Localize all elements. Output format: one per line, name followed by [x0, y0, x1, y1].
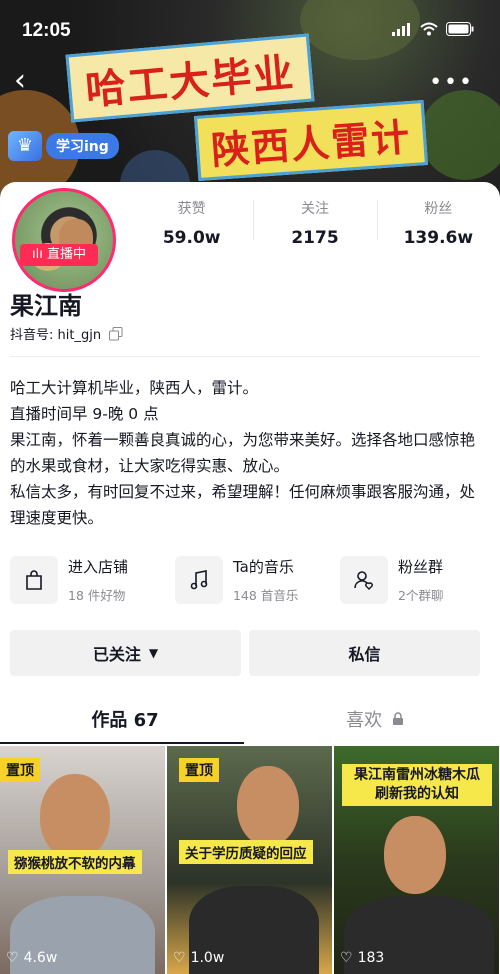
video-caption: 猕猴桃放不软的内幕 — [8, 850, 142, 874]
bio-line: 哈工大计算机毕业，陕西人，雷计。 — [10, 379, 259, 397]
tab-likes-label: 喜欢 — [346, 710, 383, 731]
video-thumbnail[interactable]: 置顶 关于学历质疑的回应 ♡ 1.0w — [167, 746, 332, 974]
video-likes: ♡ 183 — [340, 950, 384, 966]
person-head — [40, 774, 110, 860]
tab-underline — [0, 742, 244, 744]
message-button[interactable]: 私信 — [249, 630, 480, 676]
pinned-badge: 置顶 — [179, 758, 219, 782]
heart-icon: ♡ — [340, 950, 353, 966]
live-label: 直播中 — [46, 247, 86, 262]
video-thumbnail[interactable]: 置顶 猕猴桃放不软的内幕 ♡ 4.6w — [0, 746, 165, 974]
douyin-id-row: 抖音号: hit_gjn — [10, 324, 123, 343]
video-caption: 关于学历质疑的回应 — [179, 840, 313, 864]
following-label: 已关注 — [92, 645, 141, 664]
stat-likes[interactable]: 获赞 59.0w — [130, 198, 253, 248]
feature-title: 进入店铺 — [68, 558, 129, 576]
divider — [10, 356, 480, 357]
video-likes-count: 4.6w — [23, 950, 58, 966]
copy-icon[interactable] — [109, 326, 123, 341]
heart-icon: ♡ — [173, 950, 186, 966]
fans-group-icon — [340, 556, 388, 604]
action-buttons: 已关注 ▼ 私信 — [10, 630, 480, 676]
feature-title: 粉丝群 — [398, 558, 444, 576]
crown-icon: ♛ — [8, 131, 42, 161]
more-options-icon[interactable]: ••• — [429, 70, 474, 95]
banner-title-line1: 哈工大毕业 — [65, 33, 315, 123]
stat-value: 139.6w — [403, 228, 474, 248]
caption-line: 果江南雷州冰糖木瓜 — [354, 767, 480, 783]
tab-works[interactable]: 作品 67 — [0, 700, 250, 745]
feature-music[interactable]: Ta的音乐 148 首音乐 — [175, 556, 325, 604]
tab-likes[interactable]: 喜欢 — [250, 700, 500, 745]
feature-title: Ta的音乐 — [233, 558, 294, 576]
video-likes: ♡ 1.0w — [173, 950, 224, 966]
status-badge[interactable]: ♛ 学习ing — [8, 131, 119, 161]
feature-subtitle: 18 件好物 — [68, 588, 126, 603]
bio-line: 果江南，怀着一颗善良真诚的心，为您带来美好。选择各地口感惊艳的水果或食材，让大家… — [10, 431, 476, 475]
feature-row: 进入店铺 18 件好物 Ta的音乐 148 首音乐 粉丝群 2个群聊 — [10, 556, 490, 604]
person-head — [237, 766, 299, 846]
wifi-icon — [420, 22, 438, 36]
profile-name: 果江南 — [10, 292, 82, 320]
content-tabs: 作品 67 喜欢 — [0, 700, 500, 745]
signal-icon — [392, 23, 410, 36]
fruit-decoration — [420, 90, 500, 180]
stat-followers[interactable]: 粉丝 139.6w — [376, 198, 500, 248]
status-icons — [392, 22, 474, 36]
video-likes: ♡ 4.6w — [6, 950, 57, 966]
video-caption: 果江南雷州冰糖木瓜 刷新我的认知 — [342, 764, 492, 806]
status-badge-label: 学习ing — [46, 133, 119, 159]
video-likes-count: 1.0w — [190, 950, 225, 966]
caption-line: 刷新我的认知 — [375, 786, 459, 802]
following-button[interactable]: 已关注 ▼ — [10, 630, 241, 676]
person-head — [384, 816, 446, 894]
stat-value: 2175 — [291, 228, 339, 248]
banner-title-line2: 陕西人雷计 — [194, 100, 429, 181]
music-note-icon — [175, 556, 223, 604]
feature-store[interactable]: 进入店铺 18 件好物 — [10, 556, 160, 604]
tab-works-label: 作品 67 — [91, 710, 159, 731]
heart-icon: ♡ — [6, 950, 19, 966]
avatar[interactable] — [12, 188, 116, 292]
video-likes-count: 183 — [357, 950, 385, 966]
profile-banner: 12:05 ‹ ••• 哈工大毕业 陕西人雷计 — [0, 0, 500, 200]
status-time: 12:05 — [22, 20, 71, 41]
lock-icon — [392, 712, 403, 725]
stat-label: 关注 — [300, 201, 329, 217]
live-bars-icon: ılı — [32, 247, 47, 262]
bio-line: 私信太多，有时回复不过来，希望理解！任何麻烦事跟客服沟通，处理速度更快。 — [10, 483, 476, 527]
video-grid: 置顶 猕猴桃放不软的内幕 ♡ 4.6w 置顶 关于学历质疑的回应 ♡ 1.0w 果江… — [0, 746, 500, 974]
stat-value: 59.0w — [162, 228, 221, 248]
feature-subtitle: 148 首音乐 — [233, 588, 299, 603]
shopping-bag-icon — [10, 556, 58, 604]
feature-subtitle: 2个群聊 — [398, 588, 444, 603]
live-badge[interactable]: ılı 直播中 — [20, 244, 98, 266]
message-label: 私信 — [348, 645, 381, 664]
douyin-id: 抖音号: hit_gjn — [10, 328, 102, 343]
pinned-badge: 置顶 — [0, 758, 40, 782]
video-thumbnail[interactable]: 果江南雷州冰糖木瓜 刷新我的认知 ♡ 183 — [334, 746, 499, 974]
back-icon[interactable]: ‹ — [14, 66, 26, 96]
feature-fans-group[interactable]: 粉丝群 2个群聊 — [340, 556, 490, 604]
profile-bio: 哈工大计算机毕业，陕西人，雷计。 直播时间早 9-晚 0 点 果江南，怀着一颗善… — [10, 375, 490, 531]
stat-label: 粉丝 — [424, 201, 453, 217]
battery-icon — [446, 22, 474, 36]
bio-line: 直播时间早 9-晚 0 点 — [10, 405, 159, 423]
stat-label: 获赞 — [177, 201, 206, 217]
stat-following[interactable]: 关注 2175 — [253, 198, 376, 248]
profile-stats: 获赞 59.0w 关注 2175 粉丝 139.6w — [130, 198, 500, 248]
caret-down-icon: ▼ — [148, 646, 159, 660]
